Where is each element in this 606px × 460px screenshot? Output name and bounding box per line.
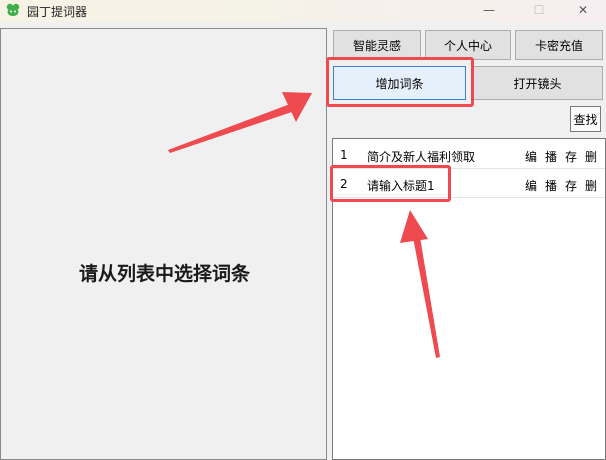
app-logo-icon [6,3,20,16]
preview-panel: 请从列表中选择词条 [0,28,327,460]
play-button[interactable]: 播 [545,177,557,194]
delete-button[interactable]: 删 [585,148,597,165]
placeholder-text: 请从列表中选择词条 [78,263,250,285]
open-camera-button[interactable]: 打开镜头 [472,66,603,100]
search-input[interactable] [333,106,567,132]
edit-button[interactable]: 编 [525,177,537,194]
row-number: 1 [340,148,348,162]
highlight-add-button [326,57,474,107]
highlight-new-entry [330,165,451,202]
maximize-button[interactable]: ☐ [516,0,562,22]
play-button[interactable]: 播 [545,148,557,165]
minimize-button[interactable]: — [466,0,512,22]
row-title[interactable]: 简介及新人福利领取 [367,148,475,165]
window-title: 园丁提词器 [27,5,88,19]
card-recharge-button[interactable]: 卡密充值 [515,30,603,60]
title-bar: 园丁提词器 — ☐ ✕ [0,0,606,22]
save-button[interactable]: 存 [565,177,577,194]
edit-button[interactable]: 编 [525,148,537,165]
search-button[interactable]: 查找 [570,106,601,132]
delete-button[interactable]: 删 [585,177,597,194]
personal-center-button[interactable]: 个人中心 [425,30,511,60]
smart-inspiration-button[interactable]: 智能灵感 [333,30,421,60]
close-button[interactable]: ✕ [560,0,606,22]
save-button[interactable]: 存 [565,148,577,165]
